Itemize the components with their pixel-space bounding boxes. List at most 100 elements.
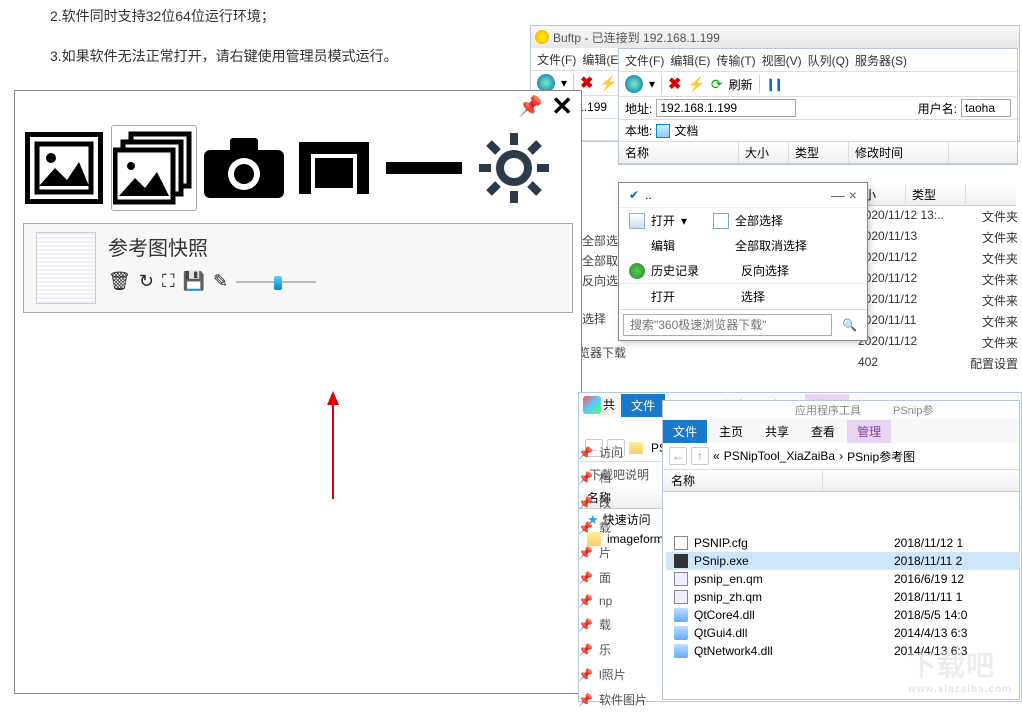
addr-label: 地址: — [625, 100, 652, 117]
user-input-2[interactable] — [961, 99, 1011, 117]
psnip-toolbar — [15, 121, 581, 215]
popup-selectall[interactable]: 全部选择 — [735, 212, 783, 229]
side-select: 选择 — [582, 310, 606, 327]
ribbon-manage[interactable]: 管理 — [847, 420, 891, 443]
popup-invert[interactable]: 反向选择 — [741, 262, 789, 279]
menu-file[interactable]: 文件(F) — [623, 51, 666, 69]
watermark: 下载吧 www.xiazaiba.com — [908, 644, 1012, 695]
toolbar-2: ▾ ✖ ⚡ ⟳ 刷新 ❙❙ — [619, 71, 1017, 97]
file-row[interactable]: QtGui4.dll2014/4/13 6:3 — [666, 624, 1020, 642]
selectall-icon — [713, 213, 729, 229]
connect-icon[interactable] — [625, 75, 643, 93]
crumb-part-0[interactable]: PSNipTool_XiaZaiBa — [724, 449, 835, 463]
capture-region-button[interactable] — [291, 125, 377, 211]
pin-icon[interactable]: 📌 — [518, 94, 543, 119]
pause-icon[interactable]: ❙❙ — [766, 77, 782, 91]
opacity-slider[interactable] — [236, 276, 316, 288]
search-input[interactable] — [623, 314, 832, 336]
col-type[interactable]: 类型 — [789, 142, 849, 163]
titlebar[interactable]: Buftp - 已连接到 192.168.1.199 — [531, 26, 1019, 48]
popup-select[interactable]: 选择 — [741, 288, 765, 305]
win-title-2: PSnip参 — [887, 402, 939, 418]
file-row[interactable]: PSNIP.cfg2018/11/12 1 — [666, 534, 1020, 552]
camera-button[interactable] — [201, 125, 287, 211]
menubar-2[interactable]: 文件(F) 编辑(E) 传输(T) 视图(V) 队列(Q) 服务器(S) — [619, 49, 1017, 71]
nav-up-icon[interactable]: ↑ — [691, 447, 709, 465]
reload-icon[interactable]: ↻ — [139, 271, 154, 292]
refresh-label: 刷新 — [729, 76, 753, 93]
snapshot-title: 参考图快照 — [108, 232, 316, 261]
popup-edit[interactable]: 编辑 — [651, 237, 675, 254]
faint-item: 📌l照片 — [578, 662, 647, 687]
explorer-popup: ✔ .. — × 打开 ▾ 全部选择 编辑 全部取消选择 历史记录 反向选择 打… — [618, 182, 868, 341]
popup-deselectall[interactable]: 全部取消选择 — [735, 237, 807, 254]
search-icon[interactable]: 🔍 — [836, 318, 863, 332]
side-browser: 览器下载 — [578, 344, 626, 361]
file-icon — [674, 536, 688, 550]
file-row[interactable]: QtCore4.dll2018/5/5 14:0 — [666, 606, 1020, 624]
menu-server[interactable]: 服务器(S) — [853, 51, 909, 69]
trash-icon[interactable]: 🗑 — [108, 271, 131, 292]
popup-open2[interactable]: 打开 — [651, 288, 675, 305]
disconnect-icon[interactable]: ✖ — [580, 73, 593, 93]
col-type[interactable]: 类型 — [906, 184, 966, 205]
file-row[interactable]: psnip_zh.qm2018/11/11 1 — [666, 588, 1020, 606]
local-doc[interactable]: 文档 — [674, 122, 698, 139]
nav-back-icon[interactable]: ← — [669, 447, 687, 465]
faint-item: 📌片 — [578, 540, 647, 565]
faint-item: 📌np — [578, 590, 647, 612]
crumb-pre: « — [713, 449, 720, 463]
minimize-button[interactable] — [381, 125, 467, 211]
disconnect-icon[interactable]: ✖ — [668, 74, 681, 94]
close-icon[interactable]: ✕ — [551, 91, 573, 122]
article-line-3: 3.如果软件无法正常打开，请右键使用管理员模式运行。 — [50, 46, 398, 66]
col-mtime[interactable]: 修改时间 — [849, 142, 949, 163]
menu-file[interactable]: 文件(F) — [535, 50, 578, 68]
eyedropper-icon[interactable]: ✎ — [213, 271, 228, 292]
ribbon-share[interactable]: 共享 — [755, 420, 799, 443]
popup-history[interactable]: 历史记录 — [651, 262, 699, 279]
buftp-window-2: 文件(F) 编辑(E) 传输(T) 视图(V) 队列(Q) 服务器(S) ▾ ✖… — [618, 48, 1018, 165]
save-icon[interactable]: 💾 — [183, 271, 205, 292]
ribbon-home[interactable]: 主页 — [709, 420, 753, 443]
window-title: Buftp - 已连接到 192.168.1.199 — [553, 29, 720, 46]
menu-transfer[interactable]: 传输(T) — [714, 51, 757, 69]
tool-title-2: 应用程序工具 — [789, 402, 867, 418]
single-image-button[interactable] — [21, 125, 107, 211]
dropdown-icon[interactable]: ▾ — [561, 76, 567, 90]
menu-queue[interactable]: 队列(Q) — [806, 51, 851, 69]
faint-item: 📌档 — [578, 465, 647, 490]
menu-view[interactable]: 视图(V) — [760, 51, 804, 69]
multi-image-button[interactable] — [111, 125, 197, 211]
quick-connect-icon[interactable]: ⚡ — [687, 76, 704, 93]
right-file-column: 修改时间 大小 类型 2020/11/12 13:..文件夹 2020/11/1… — [856, 184, 1020, 374]
ribbon-file[interactable]: 文件 — [663, 420, 707, 443]
share-label: 共 — [603, 396, 615, 414]
snapshot-thumbnail[interactable] — [36, 232, 96, 304]
menu-edit[interactable]: 编辑(E) — [668, 51, 712, 69]
quick-connect-icon[interactable]: ⚡ — [599, 75, 616, 92]
psnip-window: 📌 ✕ 参考图快照 🗑 ↻ ⛶ 💾 — [14, 90, 582, 694]
breadcrumb-2: ← ↑ « PSNipTool_XiaZaiBa › PSnip参考图 — [663, 443, 1019, 470]
ribbon-view[interactable]: 查看 — [801, 420, 845, 443]
dropdown-icon[interactable]: ▾ — [649, 77, 655, 91]
col-name[interactable]: 名称 — [619, 142, 739, 163]
psnip-snapshot-card: 参考图快照 🗑 ↻ ⛶ 💾 ✎ — [23, 223, 573, 313]
chevron-down-icon[interactable]: ▾ — [681, 214, 687, 228]
crumb-part-1[interactable]: PSnip参考图 — [847, 448, 915, 465]
refresh-icon[interactable]: ⟳ — [711, 76, 723, 93]
col-size[interactable]: 大小 — [739, 142, 789, 163]
settings-button[interactable] — [471, 125, 557, 211]
popup-dotdot[interactable]: .. — [645, 188, 652, 202]
ribbon-file[interactable]: 文件 — [621, 394, 665, 417]
file-row[interactable]: PSnip.exe2018/11/11 2 — [666, 552, 1020, 570]
file-icon — [674, 608, 688, 622]
addr-input[interactable] — [656, 99, 796, 117]
file-icon — [674, 572, 688, 586]
popup-open[interactable]: 打开 — [651, 212, 675, 229]
file-row[interactable]: psnip_en.qm2016/6/19 12 — [666, 570, 1020, 588]
file-icon — [674, 644, 688, 658]
list-header: 名称 大小 类型 修改时间 — [619, 142, 1017, 164]
crop-icon[interactable]: ⛶ — [162, 271, 175, 292]
col-name[interactable]: 名称 — [663, 470, 823, 491]
